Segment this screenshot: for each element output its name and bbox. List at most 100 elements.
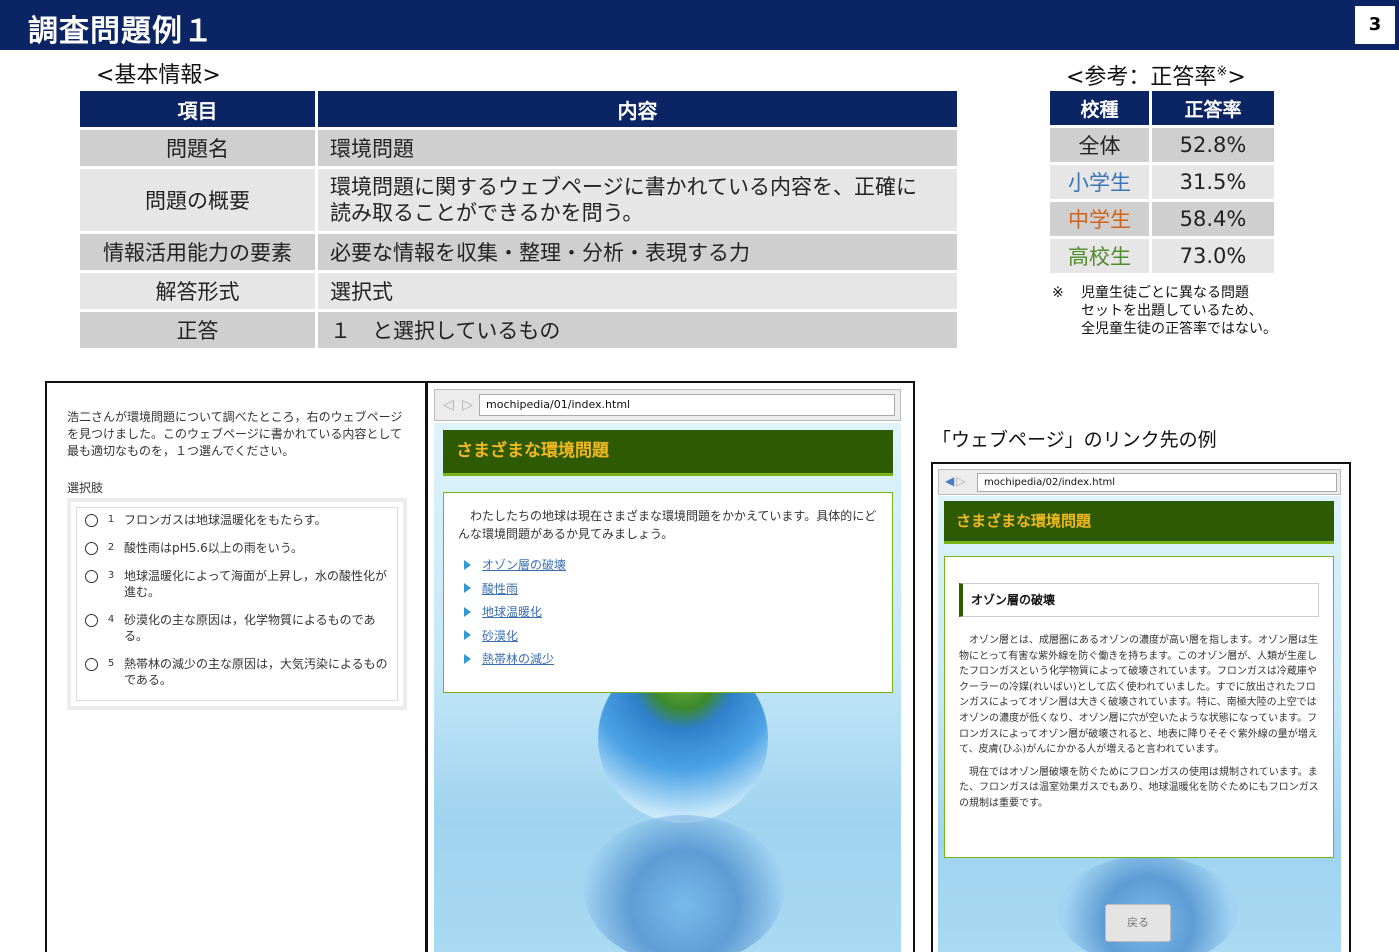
web-page-content: わたしたちの地球は現在さまざまな環境問題をかかえています。具体的にどんな環境問題… xyxy=(443,492,893,693)
reference-note: ※ 児童生徒ごとに異なる問題 セットを出題しているため、 全児童生徒の正答率では… xyxy=(1052,284,1277,338)
link-acid-rain[interactable]: 酸性雨 xyxy=(458,577,878,601)
browser-viewport: さまざまな環境問題 オゾン層の破壊 オゾン層とは、成層圏にあるオゾンの濃度が高い… xyxy=(938,496,1341,952)
back-arrow-icon[interactable]: ◀ xyxy=(945,474,956,488)
row-value: １ と選択しているもの xyxy=(318,312,957,348)
forward-arrow-icon[interactable]: ▷ xyxy=(956,474,967,488)
link-label[interactable]: 地球温暖化 xyxy=(482,603,542,620)
body-paragraph: オゾン層とは、成層圏にあるオゾンの濃度が高い層を指します。オゾン層は生物にとって… xyxy=(959,635,1318,756)
radio-button[interactable] xyxy=(85,514,98,527)
triangle-bullet-icon xyxy=(464,653,471,664)
choice-option-5[interactable]: 5 熱帯林の減少の主な原因は，大気汚染によるものである。 xyxy=(85,656,389,688)
browser-toolbar: ◀▷ mochipedia/02/index.html xyxy=(938,469,1341,495)
web-page-title: さまざまな環境問題 xyxy=(944,501,1334,544)
reference-label-main: <参考：正答率 xyxy=(1066,65,1217,90)
radio-button[interactable] xyxy=(85,614,98,627)
choice-text: 砂漠化の主な原因は，化学物質によるものである。 xyxy=(124,613,376,643)
choice-number: 2 xyxy=(107,542,115,553)
choice-option-3[interactable]: 3 地球温暖化によって海面が上昇し，水の酸性化が進む。 xyxy=(85,568,389,600)
browser-window-linked: ◀▷ mochipedia/02/index.html さまざまな環境問題 オゾ… xyxy=(931,462,1351,952)
school-type-high: 高校生 xyxy=(1050,239,1152,273)
row-value: 環境問題に関するウェブページに書かれている内容を、正確に 読み取ることができるか… xyxy=(318,169,957,231)
table-row: 全体 52.8% xyxy=(1050,128,1274,162)
rate-junior-high: 58.4% xyxy=(1152,202,1274,236)
radio-button[interactable] xyxy=(85,570,98,583)
address-bar[interactable]: mochipedia/01/index.html xyxy=(479,394,895,416)
choice-option-2[interactable]: 2 酸性雨はpH5.6以上の雨をいう。 xyxy=(85,540,389,556)
globe-reflection-image xyxy=(584,815,784,952)
triangle-bullet-icon xyxy=(464,606,471,617)
choice-number: 4 xyxy=(107,614,115,625)
browser-window-main: ◁ ▷ mochipedia/01/index.html さまざまな環境問題 わ… xyxy=(426,381,915,952)
table-row: 問題名 環境問題 xyxy=(80,130,957,166)
reference-label-mark: ※ xyxy=(1216,64,1228,80)
reference-label: <参考：正答率※> xyxy=(1066,59,1246,91)
school-type-junior-high: 中学生 xyxy=(1050,202,1152,236)
slide-title: 調査問題例１ xyxy=(28,14,214,49)
browser-viewport: さまざまな環境問題 わたしたちの地球は現在さまざまな環境問題をかかえています。具… xyxy=(434,423,901,952)
body-paragraph: 現在ではオゾン層破壊を防ぐためにフロンガスの使用は規制されています。また、フロン… xyxy=(959,766,1319,809)
triangle-bullet-icon xyxy=(464,583,471,594)
row-label: 問題名 xyxy=(80,130,318,166)
browser-toolbar: ◁ ▷ mochipedia/01/index.html xyxy=(434,389,901,421)
linked-page-caption: 「ウェブページ」のリンク先の例 xyxy=(932,429,1217,451)
table-row: 解答形式 選択式 xyxy=(80,273,957,309)
row-value-line: 読み取ることができるかを問う。 xyxy=(330,201,644,225)
link-label[interactable]: オゾン層の破壊 xyxy=(482,556,566,573)
choice-option-1[interactable]: 1 フロンガスは地球温暖化をもたらす。 xyxy=(85,512,389,528)
triangle-bullet-icon xyxy=(464,559,471,570)
intro-text: わたしたちの地球は現在さまざまな環境問題をかかえています。具体的にどんな環境問題… xyxy=(458,509,877,541)
choice-number: 1 xyxy=(107,514,115,525)
choice-text: フロンガスは地球温暖化をもたらす。 xyxy=(124,513,327,527)
note-line: 児童生徒ごとに異なる問題 xyxy=(1081,285,1249,301)
row-label: 情報活用能力の要素 xyxy=(80,234,318,270)
radio-button[interactable] xyxy=(85,658,98,671)
choice-text: 熱帯林の減少の主な原因は，大気汚染によるものである。 xyxy=(124,657,388,687)
radio-button[interactable] xyxy=(85,542,98,555)
reference-label-end: > xyxy=(1227,65,1246,90)
row-value: 選択式 xyxy=(318,273,957,309)
web-page-content: オゾン層の破壊 オゾン層とは、成層圏にあるオゾンの濃度が高い層を指します。オゾン… xyxy=(944,556,1334,858)
row-label: 問題の概要 xyxy=(80,169,318,231)
rate-high: 73.0% xyxy=(1152,239,1274,273)
table-row: 中学生 58.4% xyxy=(1050,202,1274,236)
triangle-bullet-icon xyxy=(464,630,471,641)
link-label[interactable]: 砂漠化 xyxy=(482,627,518,644)
note-line: 全児童生徒の正答率ではない。 xyxy=(1081,321,1277,337)
row-value-line: 環境問題に関するウェブページに書かれている内容を、正確に xyxy=(330,175,917,199)
question-text: 浩二さんが環境問題について調べたところ，右のウェブページを見つけました。このウェ… xyxy=(67,410,403,458)
rate-all: 52.8% xyxy=(1152,128,1274,162)
correct-rate-table: 校種 正答率 全体 52.8% 小学生 31.5% 中学生 58.4% 高校生 … xyxy=(1050,88,1274,276)
page-number: 3 xyxy=(1355,6,1395,44)
link-global-warming[interactable]: 地球温暖化 xyxy=(458,600,878,624)
table-row: 小学生 31.5% xyxy=(1050,165,1274,199)
link-list: オゾン層の破壊 酸性雨 地球温暖化 砂漠化 熱帯林の減少 xyxy=(458,553,878,671)
back-forward-icon[interactable]: ◁ ▷ xyxy=(443,397,475,413)
col-header-content: 内容 xyxy=(318,91,957,127)
row-label: 正答 xyxy=(80,312,318,348)
slide-header: 調査問題例１ 3 xyxy=(0,0,1399,50)
choices-label: 選択肢 xyxy=(67,481,104,495)
basic-info-table: 項目 内容 問題名 環境問題 問題の概要 環境問題に関するウェブページに書かれて… xyxy=(80,88,957,351)
choice-option-4[interactable]: 4 砂漠化の主な原因は，化学物質によるものである。 xyxy=(85,612,389,644)
back-button[interactable]: 戻る xyxy=(1105,904,1171,942)
navigation-icons: ◀▷ xyxy=(945,474,967,488)
rate-elementary: 31.5% xyxy=(1152,165,1274,199)
choice-text: 地球温暖化によって海面が上昇し，水の酸性化が進む。 xyxy=(124,569,388,599)
link-label[interactable]: 熱帯林の減少 xyxy=(482,650,554,667)
question-panel: 浩二さんが環境問題について調べたところ，右のウェブページを見つけました。このウェ… xyxy=(45,381,427,952)
choices-box: 1 フロンガスは地球温暖化をもたらす。 2 酸性雨はpH5.6以上の雨をいう。 … xyxy=(67,498,407,710)
col-header-school-type: 校種 xyxy=(1050,91,1152,125)
school-type-elementary: 小学生 xyxy=(1050,165,1152,199)
address-bar[interactable]: mochipedia/02/index.html xyxy=(977,473,1337,492)
choice-number: 3 xyxy=(107,570,115,581)
table-row: 問題の概要 環境問題に関するウェブページに書かれている内容を、正確に 読み取るこ… xyxy=(80,169,957,231)
table-row: 情報活用能力の要素 必要な情報を収集・整理・分析・表現する力 xyxy=(80,234,957,270)
col-header-rate: 正答率 xyxy=(1152,91,1274,125)
choice-number: 5 xyxy=(107,658,115,669)
school-type-all: 全体 xyxy=(1050,128,1152,162)
row-value: 環境問題 xyxy=(318,130,957,166)
link-ozone[interactable]: オゾン層の破壊 xyxy=(458,553,878,577)
link-label[interactable]: 酸性雨 xyxy=(482,580,518,597)
link-deforestation[interactable]: 熱帯林の減少 xyxy=(458,647,878,671)
link-desertification[interactable]: 砂漠化 xyxy=(458,624,878,648)
